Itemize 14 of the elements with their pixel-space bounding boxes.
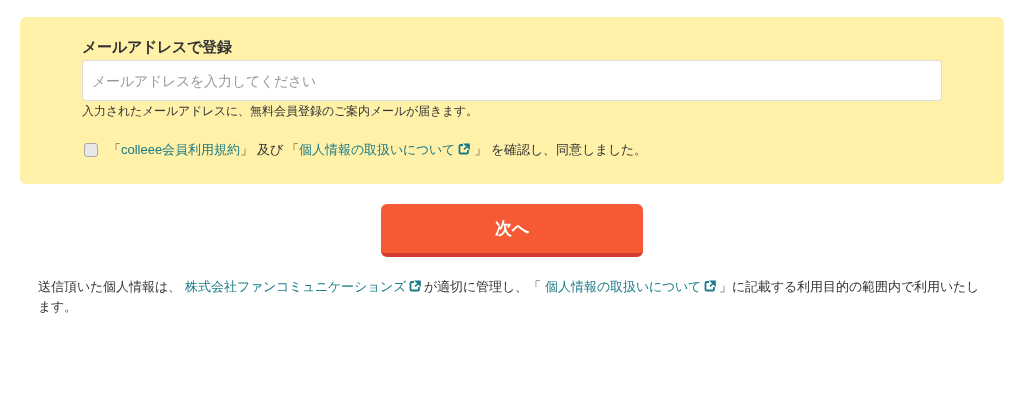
next-button[interactable]: 次へ bbox=[381, 204, 643, 257]
external-link-icon bbox=[703, 280, 716, 292]
email-field[interactable]: メールアドレスを入力してください bbox=[82, 60, 942, 101]
agreement-text: 「colleee会員利用規約」 及び 「個人情報の取扱いについて 」 を確認し、同意しました。 bbox=[108, 141, 647, 159]
external-link-icon bbox=[408, 280, 421, 292]
text-link[interactable]: colleee会員利用規約 bbox=[121, 142, 241, 157]
privacy-notice: 送信頂いた個人情報は、 株式会社ファンコミュニケーションズ が適切に管理し、「 個人情報の取扱いについて 」に記載する利用目的の範囲内で利用いたします。 bbox=[37, 278, 981, 316]
text-link[interactable]: 個人情報の取扱いについて bbox=[544, 279, 716, 294]
text-link[interactable]: 個人情報の取扱いについて bbox=[299, 142, 471, 157]
hint-text: 入力されたメールアドレスに、無料会員登録のご案内メールが届きます。 bbox=[82, 103, 479, 119]
text-link[interactable]: 株式会社ファンコミュニケーションズ bbox=[184, 279, 421, 294]
external-link-icon bbox=[458, 143, 471, 155]
agree-checkbox[interactable] bbox=[84, 143, 98, 157]
form-heading: メールアドレスで登録 bbox=[82, 37, 233, 57]
